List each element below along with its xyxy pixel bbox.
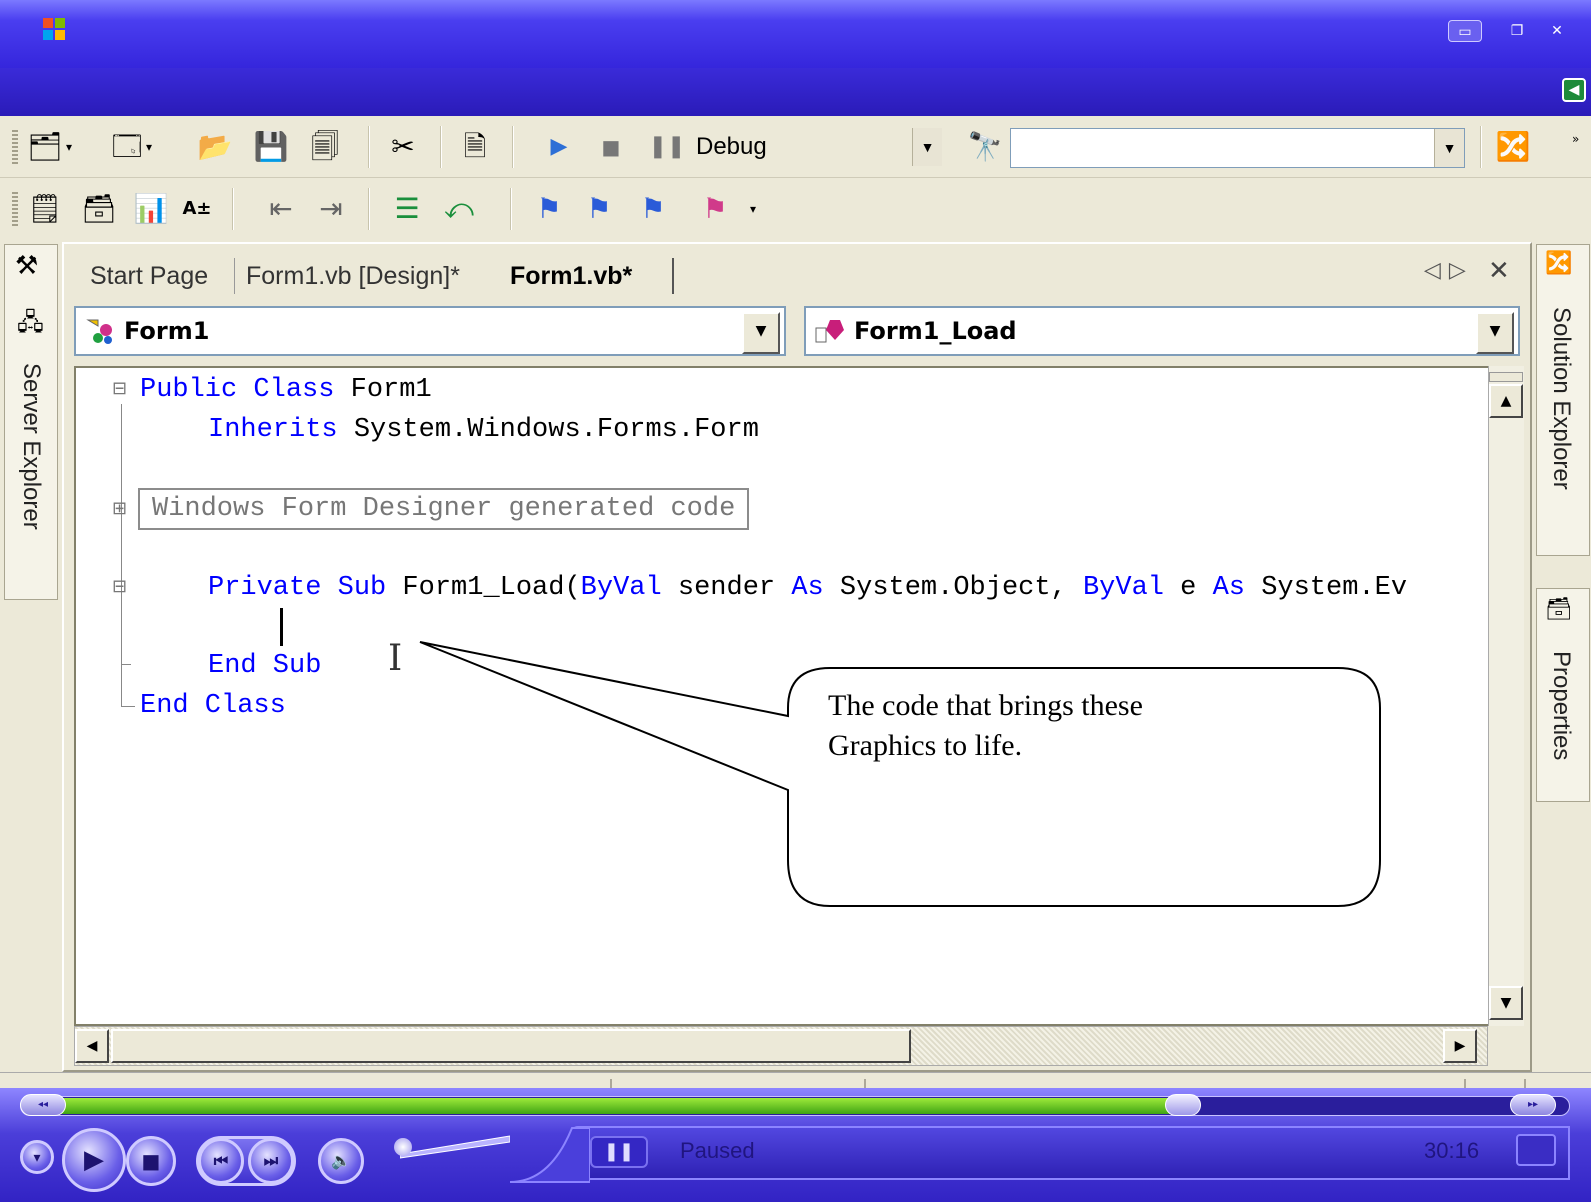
menu-icon[interactable]: ▾ — [20, 1140, 54, 1174]
callout-bubble — [419, 641, 1381, 907]
player-time: 30:16 — [1424, 1138, 1480, 1163]
callout-text: The code that brings these Graphics to l… — [828, 686, 1348, 766]
fast-forward-icon[interactable]: ▸▸ — [1510, 1094, 1556, 1116]
mute-button[interactable]: 🔈 — [318, 1138, 364, 1184]
next-button[interactable]: ⏭ — [248, 1138, 294, 1184]
player-status-text: Paused — [680, 1138, 755, 1163]
rewind-icon[interactable]: ◂◂ — [20, 1094, 66, 1116]
seek-progress — [50, 1098, 1183, 1114]
play-button[interactable]: ▶ — [62, 1128, 126, 1192]
stop-button[interactable]: ■ — [126, 1136, 176, 1186]
media-player-bar: ◂◂ ▸▸ ▾ ▶ ■ ⏮ ⏭ 🔈 ❚❚ Paused 30:16 — [0, 1088, 1591, 1202]
callout-line-1: The code that brings these — [828, 689, 1143, 722]
volume-slider[interactable] — [394, 1134, 511, 1160]
volume-track-icon — [399, 1135, 511, 1159]
panel-curve — [510, 1127, 590, 1183]
volume-thumb[interactable] — [394, 1138, 412, 1156]
pause-indicator-icon: ❚❚ — [590, 1136, 648, 1168]
previous-button[interactable]: ⏮ — [198, 1138, 244, 1184]
seek-thumb[interactable] — [1165, 1094, 1201, 1116]
switch-to-full-mode-icon[interactable] — [1516, 1134, 1556, 1166]
callout-line-2: Graphics to life. — [828, 729, 1023, 762]
